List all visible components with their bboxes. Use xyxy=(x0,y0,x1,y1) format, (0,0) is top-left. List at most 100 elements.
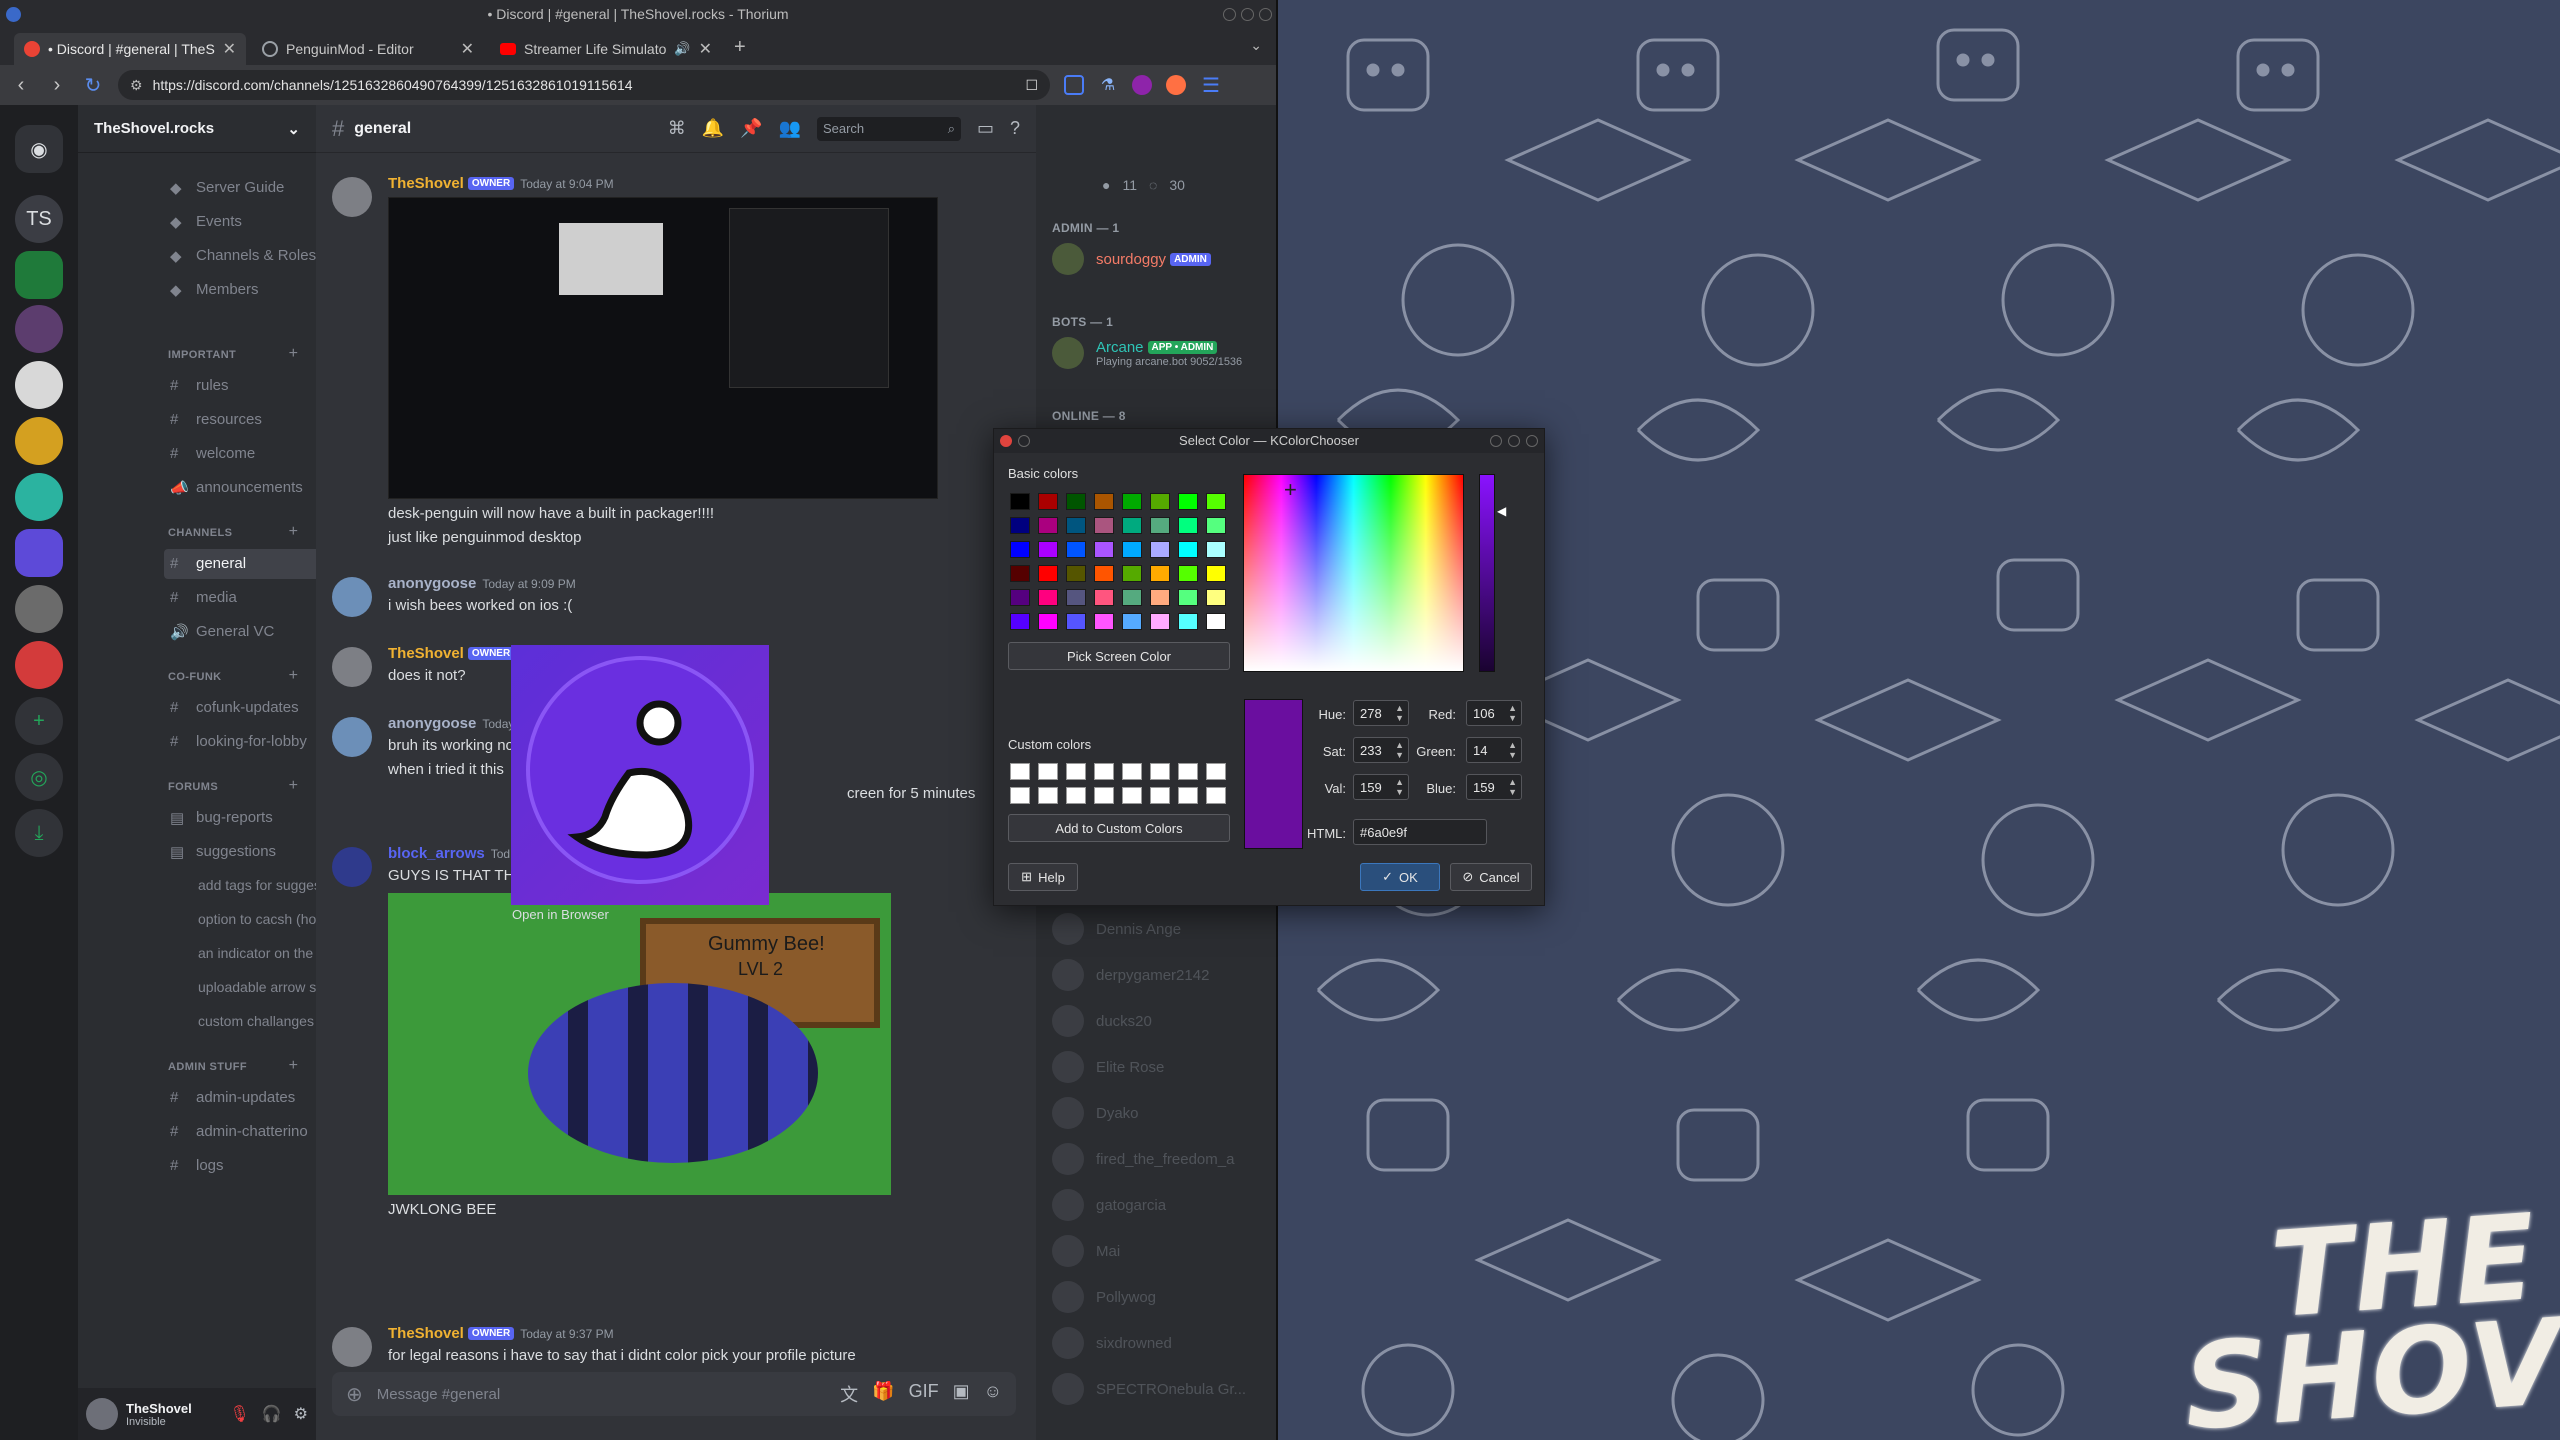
channel-general[interactable]: # general xyxy=(170,555,246,572)
channel-suggestions[interactable]: ▤ suggestions xyxy=(170,843,276,861)
basic-color-swatch[interactable] xyxy=(1206,613,1226,630)
inbox-icon[interactable]: ▭ xyxy=(977,118,994,139)
add-channel-icon[interactable]: + xyxy=(289,345,298,363)
channel-general-vc[interactable]: 🔊 General VC xyxy=(170,623,274,641)
basic-color-swatch[interactable] xyxy=(1094,565,1114,582)
custom-color-swatch[interactable] xyxy=(1122,787,1142,804)
custom-color-swatch[interactable] xyxy=(1094,763,1114,780)
custom-color-swatch[interactable] xyxy=(1038,787,1058,804)
minimize-icon[interactable] xyxy=(1490,435,1502,447)
basic-color-swatch[interactable] xyxy=(1206,493,1226,510)
member-item-offline[interactable]: Pollywog xyxy=(1052,1281,1156,1313)
sticker-icon[interactable]: ▣ xyxy=(953,1381,970,1407)
mic-muted-icon[interactable]: 🎙 xyxy=(229,1404,249,1424)
custom-color-swatch[interactable] xyxy=(1178,787,1198,804)
category-channels[interactable]: CHANNELS xyxy=(168,527,232,539)
avatar[interactable] xyxy=(332,577,372,617)
basic-color-swatch[interactable] xyxy=(1010,589,1030,606)
basic-color-swatch[interactable] xyxy=(1122,589,1142,606)
message-author[interactable]: TheShovel xyxy=(388,175,464,192)
server-icon[interactable] xyxy=(15,641,63,689)
message-author[interactable]: block_arrows xyxy=(388,845,485,862)
basic-color-swatch[interactable] xyxy=(1066,565,1086,582)
sidebar-link-members[interactable]: ◆ Members xyxy=(170,281,259,299)
message-image-attachment[interactable] xyxy=(388,197,938,499)
basic-color-swatch[interactable] xyxy=(1066,589,1086,606)
translate-icon[interactable]: 文 xyxy=(840,1381,858,1407)
basic-color-swatch[interactable] xyxy=(1150,613,1170,630)
profile-icon[interactable] xyxy=(1166,75,1186,95)
chevron-down-icon[interactable]: ⌄ xyxy=(287,120,300,138)
channel-logs[interactable]: # logs xyxy=(170,1157,224,1174)
gif-icon[interactable]: GIF xyxy=(909,1381,939,1407)
channel-cofunk-updates[interactable]: # cofunk-updates xyxy=(170,699,299,716)
basic-color-swatch[interactable] xyxy=(1150,517,1170,534)
green-spinbox[interactable]: 14 ▲ ▼ xyxy=(1466,737,1522,763)
message-author[interactable]: TheShovel xyxy=(388,1325,464,1342)
basic-color-swatch[interactable] xyxy=(1066,613,1086,630)
member-item-offline[interactable]: ducks20 xyxy=(1052,1005,1152,1037)
red-spinbox[interactable]: 106 ▲ ▼ xyxy=(1466,700,1522,726)
threads-icon[interactable]: ⌘ xyxy=(668,118,686,139)
basic-color-swatch[interactable] xyxy=(1206,541,1226,558)
custom-color-swatch[interactable] xyxy=(1150,787,1170,804)
close-icon[interactable] xyxy=(1000,435,1012,447)
help-button[interactable]: ⊞ Help xyxy=(1008,863,1078,891)
member-item[interactable]: Arcane APP • ADMIN Playing arcane.bot 9052… xyxy=(1052,337,1242,369)
add-to-custom-colors-button[interactable]: Add to Custom Colors xyxy=(1008,814,1230,842)
discover-icon[interactable]: ◎ xyxy=(15,753,63,801)
emoji-icon[interactable]: ☺ xyxy=(984,1381,1002,1407)
add-server-icon[interactable]: + xyxy=(15,697,63,745)
menu-icon[interactable]: ☰ xyxy=(1200,73,1222,98)
basic-color-swatch[interactable] xyxy=(1066,541,1086,558)
custom-color-swatch[interactable] xyxy=(1150,763,1170,780)
notification-icon[interactable]: 🔔 xyxy=(702,118,724,139)
custom-color-swatch[interactable] xyxy=(1206,763,1226,780)
avatar[interactable] xyxy=(86,1398,118,1430)
add-channel-icon[interactable]: + xyxy=(289,1057,298,1075)
basic-color-swatch[interactable] xyxy=(1122,613,1142,630)
color-spectrum[interactable]: + xyxy=(1243,474,1464,672)
basic-color-swatch[interactable] xyxy=(1094,541,1114,558)
custom-color-swatch[interactable] xyxy=(1010,763,1030,780)
tab-close-icon[interactable]: ✕ xyxy=(223,39,236,59)
basic-color-swatch[interactable] xyxy=(1038,517,1058,534)
custom-color-swatch[interactable] xyxy=(1122,763,1142,780)
chevron-down-icon[interactable]: ⌄ xyxy=(1250,37,1262,54)
channel-media[interactable]: # media xyxy=(170,589,237,606)
basic-color-swatch[interactable] xyxy=(1038,589,1058,606)
channel-admin-updates[interactable]: # admin-updates xyxy=(170,1089,295,1106)
basic-color-swatch[interactable] xyxy=(1010,517,1030,534)
member-item-offline[interactable]: SPECTROnebula Gr... xyxy=(1052,1373,1246,1405)
minimize-icon[interactable] xyxy=(1223,8,1236,21)
sidebar-link-server-guide[interactable]: ◆ Server Guide xyxy=(170,179,284,197)
basic-color-swatch[interactable] xyxy=(1178,589,1198,606)
basic-color-swatch[interactable] xyxy=(1038,493,1058,510)
basic-color-swatch[interactable] xyxy=(1178,613,1198,630)
member-item-offline[interactable]: sixdrowned xyxy=(1052,1327,1172,1359)
speaker-icon[interactable]: 🔊 xyxy=(674,41,690,57)
member-item-offline[interactable]: Dennis Ange xyxy=(1052,913,1181,945)
channel-admin-chatterino[interactable]: # admin-chatterino xyxy=(170,1123,308,1140)
basic-color-swatch[interactable] xyxy=(1038,565,1058,582)
forward-icon[interactable]: › xyxy=(46,74,68,97)
new-tab-icon[interactable]: + xyxy=(734,36,746,59)
site-info-icon[interactable]: ⚙ xyxy=(130,77,143,94)
flask-icon[interactable]: ⚗ xyxy=(1098,75,1118,95)
basic-color-swatch[interactable] xyxy=(1206,589,1226,606)
tab-close-icon[interactable]: ✕ xyxy=(461,39,474,59)
server-header[interactable]: TheShovel.rocks ⌄ xyxy=(78,105,316,153)
close-icon[interactable] xyxy=(1259,8,1272,21)
close-icon[interactable] xyxy=(1526,435,1538,447)
basic-color-swatch[interactable] xyxy=(1122,565,1142,582)
channel-rules[interactable]: # rules xyxy=(170,377,229,394)
channel-bug-reports[interactable]: ▤ bug-reports xyxy=(170,809,273,827)
member-item[interactable]: sourdoggy ADMIN xyxy=(1052,243,1211,275)
basic-color-swatch[interactable] xyxy=(1094,493,1114,510)
search-input[interactable]: Search ⌕ xyxy=(816,116,961,141)
basic-color-swatch[interactable] xyxy=(1178,541,1198,558)
basic-color-swatch[interactable] xyxy=(1206,565,1226,582)
basic-color-swatch[interactable] xyxy=(1178,565,1198,582)
maximize-icon[interactable] xyxy=(1241,8,1254,21)
maximize-icon[interactable] xyxy=(1508,435,1520,447)
